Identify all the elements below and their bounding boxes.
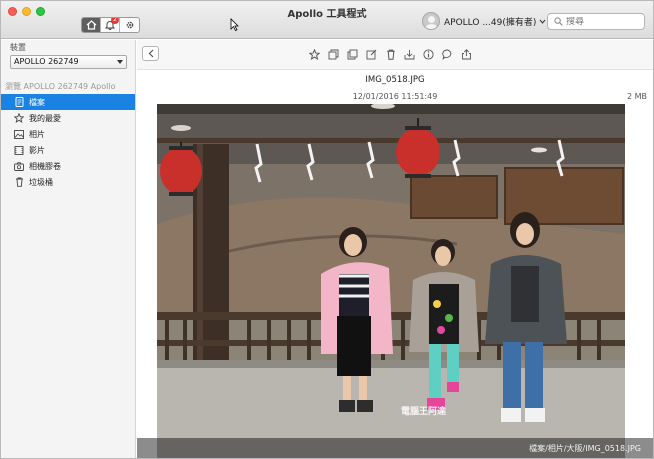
browse-label: 瀏覽 APOLLO 262749 Apollo [5,82,116,91]
share-icon [462,48,471,59]
sidebar-item-photos[interactable]: 相片 [1,126,135,142]
info-icon [423,48,434,60]
file-icon [14,97,24,107]
avatar [422,12,440,30]
favorite-button[interactable] [305,47,324,61]
info-button[interactable] [419,47,438,61]
star-icon [14,113,24,123]
delete-icon [386,49,395,60]
caret-down-icon [117,60,123,64]
sidebar: 裝置 APOLLO 262749 瀏覽 APOLLO 262749 Apollo… [1,40,136,458]
device-select-value: APOLLO 262749 [14,57,79,66]
comment-button[interactable] [438,47,457,61]
sidebar-item-label: 垃圾桶 [29,177,53,187]
user-menu[interactable]: APOLLO ...49(擁有者) [422,11,546,31]
file-size: 2 MB [626,92,647,101]
copy-to-button[interactable] [324,47,343,61]
gear-icon [126,21,133,29]
search-field[interactable] [547,13,645,30]
delete-button[interactable] [381,47,400,61]
film-icon [14,145,24,155]
back-button[interactable] [142,46,159,61]
main-viewer: IMG_0518.JPG 12/01/2016 11:51:49 2 MB [137,40,653,458]
sidebar-item-label: 檔案 [29,97,45,107]
photo-preview[interactable] [157,104,625,458]
toolbar-actions [305,47,476,61]
download-button[interactable] [400,47,419,61]
title-bar: Apollo 工具程式 2 APOLLO ...49(擁有者) 搜尋 [1,1,653,39]
chevron-down-icon [540,19,546,24]
home-button[interactable] [82,18,101,32]
photo-icon [14,129,24,139]
photo-watermark: 電腦王阿達 [401,407,447,417]
edit-button[interactable] [362,47,381,61]
home-icon [86,20,96,30]
sidebar-item-files[interactable]: 檔案 [1,94,135,110]
file-name: IMG_0518.JPG [365,75,425,85]
sidebar-item-camera-roll[interactable]: 相機膠卷 [1,158,135,174]
device-label: 裝置 [10,43,26,52]
path-caption-bar: 檔案/相片/大阪/IMG_0518.JPG [137,438,653,458]
comment-icon [442,49,452,60]
camera-icon [14,161,24,171]
star-icon [309,48,320,60]
mouse-pointer-icon [230,18,239,31]
path-caption: 檔案/相片/大阪/IMG_0518.JPG [529,444,641,453]
photo-image [157,104,625,458]
search-input[interactable] [566,16,636,27]
viewer-toolbar [137,40,653,70]
search-icon [554,17,563,26]
duplicate-button[interactable] [343,47,362,61]
settings-button[interactable] [120,18,139,32]
sidebar-item-videos[interactable]: 影片 [1,142,135,158]
duplicate-icon [347,49,358,59]
chevron-left-icon [148,49,153,58]
notification-badge: 2 [111,18,119,24]
sidebar-item-favorites[interactable]: 我的最愛 [1,110,135,126]
sidebar-item-label: 相機膠卷 [29,161,61,171]
user-label: APOLLO ...49(擁有者) [444,17,537,28]
sidebar-item-label: 影片 [29,145,45,155]
file-date: 12/01/2016 11:51:49 [352,92,438,101]
copy-to-icon [328,49,339,59]
trash-icon [14,177,24,187]
sidebar-item-label: 我的最愛 [29,113,61,123]
top-segmented-control: 2 [81,17,140,33]
device-select[interactable]: APOLLO 262749 [10,55,127,69]
sidebar-item-trash[interactable]: 垃圾桶 [1,174,135,190]
notifications-button[interactable]: 2 [101,18,120,32]
sidebar-nav: 檔案 我的最愛 相片 影片 相機膠卷 垃圾桶 [1,94,135,190]
edit-icon [366,49,377,59]
sidebar-item-label: 相片 [29,129,45,139]
download-icon [404,49,415,59]
resize-handle-icon[interactable] [643,448,652,457]
app-window: Apollo 工具程式 2 APOLLO ...49(擁有者) 搜尋 裝置 AP… [0,0,654,459]
share-button[interactable] [457,47,476,61]
